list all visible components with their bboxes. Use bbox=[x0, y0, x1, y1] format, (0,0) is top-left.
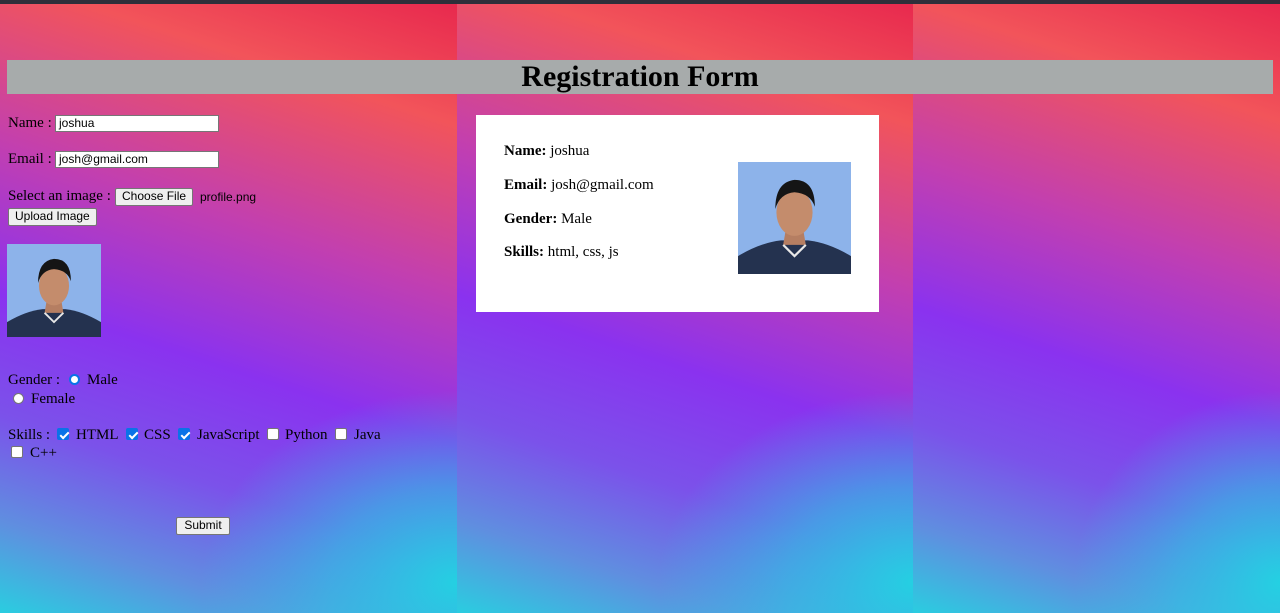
skill-checkbox-css[interactable] bbox=[126, 428, 138, 440]
card-gender-row: Gender: Male bbox=[504, 211, 592, 228]
skill-option-label: Python bbox=[285, 427, 328, 443]
card-skills-row: Skills: html, css, js bbox=[504, 244, 619, 261]
choose-file-button[interactable]: Choose File bbox=[115, 188, 194, 206]
card-field-value: Male bbox=[561, 211, 592, 227]
card-field-key: Name: bbox=[504, 143, 547, 159]
card-field-key: Gender: bbox=[504, 211, 558, 227]
skill-option-label: CSS bbox=[144, 427, 171, 443]
skill-checkbox-python[interactable] bbox=[267, 428, 279, 440]
card-field-key: Skills: bbox=[504, 244, 545, 260]
image-label: Select an image : bbox=[8, 188, 111, 204]
card-profile-photo bbox=[738, 162, 851, 274]
name-input[interactable]: joshua bbox=[55, 115, 219, 132]
skill-option-label: Java bbox=[354, 427, 381, 443]
skill-option-label: JavaScript bbox=[197, 427, 260, 443]
email-label: Email : bbox=[8, 151, 52, 167]
gender-radio-female[interactable] bbox=[13, 393, 24, 404]
card-field-value: josh@gmail.com bbox=[551, 177, 654, 193]
card-field-value: joshua bbox=[550, 143, 590, 159]
name-label: Name : bbox=[8, 115, 52, 131]
card-field-key: Email: bbox=[504, 177, 548, 193]
page-title: Registration Form bbox=[7, 60, 1273, 94]
skill-option-label: C++ bbox=[30, 445, 57, 461]
person-icon bbox=[738, 162, 851, 274]
submission-card: Name: joshua Email: josh@gmail.com Gende… bbox=[476, 115, 879, 312]
gender-radio-male[interactable] bbox=[69, 374, 80, 385]
skill-checkbox-html[interactable] bbox=[57, 428, 69, 440]
card-email-row: Email: josh@gmail.com bbox=[504, 177, 654, 194]
person-icon bbox=[7, 244, 101, 337]
skill-checkbox-javascript[interactable] bbox=[178, 428, 190, 440]
card-field-value: html, css, js bbox=[547, 244, 619, 260]
submit-button[interactable]: Submit bbox=[176, 517, 230, 535]
email-input[interactable]: josh@gmail.com bbox=[55, 151, 219, 168]
upload-image-button[interactable]: Upload Image bbox=[8, 208, 97, 226]
skills-label: Skills : bbox=[8, 427, 51, 443]
skill-option-label: HTML bbox=[76, 427, 119, 443]
gender-label: Gender : bbox=[8, 372, 61, 388]
selected-file-name: profile.png bbox=[200, 190, 257, 204]
skill-checkbox-java[interactable] bbox=[335, 428, 347, 440]
skill-checkbox-cpp[interactable] bbox=[11, 446, 23, 458]
gender-option-label: Female bbox=[31, 391, 76, 407]
profile-photo-preview bbox=[7, 244, 101, 337]
gender-option-label: Male bbox=[87, 372, 118, 388]
card-name-row: Name: joshua bbox=[504, 143, 589, 160]
background-tile bbox=[913, 4, 1280, 613]
